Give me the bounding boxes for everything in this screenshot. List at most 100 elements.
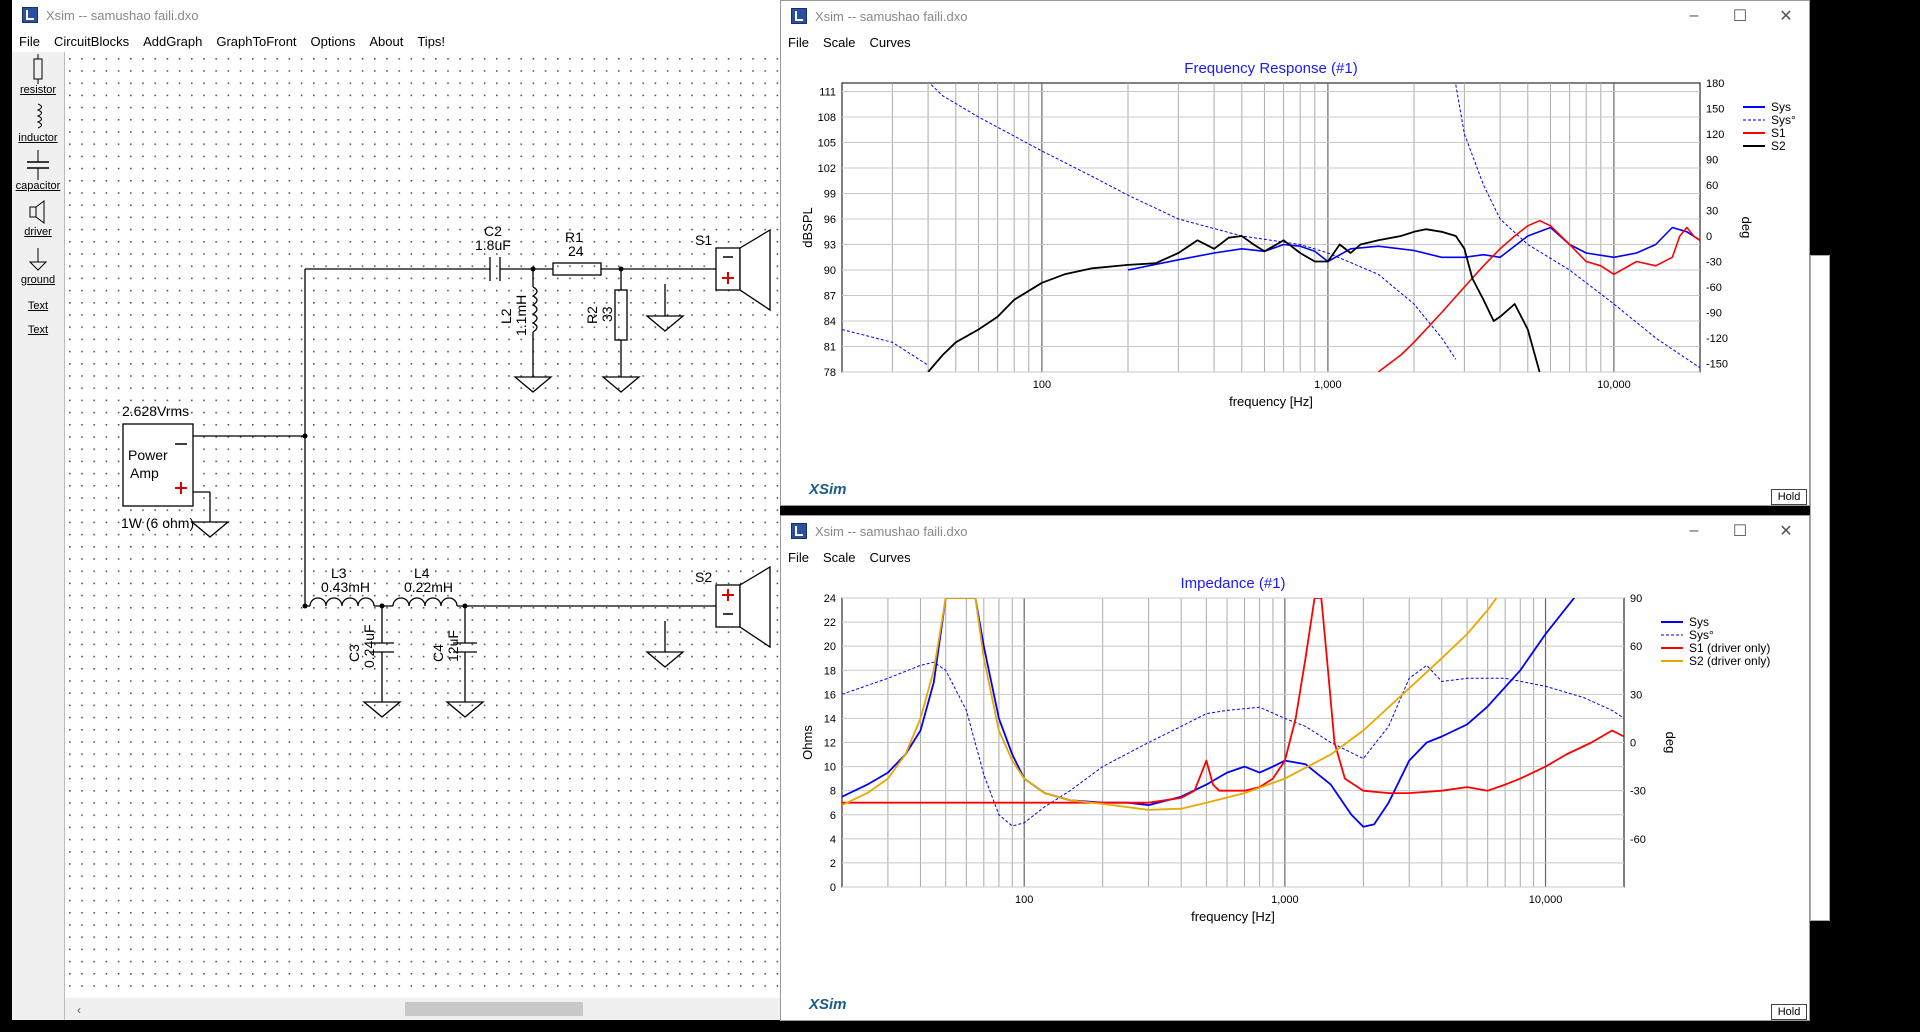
y-tick-label: 99 — [824, 189, 836, 201]
y2-tick-label: 150 — [1706, 104, 1724, 116]
y2-tick-label: 60 — [1706, 180, 1718, 192]
main-menu-file[interactable]: File — [12, 34, 47, 49]
inductor-icon — [12, 102, 64, 132]
impedance-window: Xsim -- samushao faili.dxo – ☐ ✕ File Sca… — [780, 515, 1810, 1021]
hold-button[interactable]: Hold — [1771, 1004, 1807, 1020]
imp-menubar: File Scale Curves — [781, 546, 1809, 568]
y-tick-label: 4 — [830, 834, 836, 846]
palette-item-resistor[interactable]: resistor — [12, 54, 64, 96]
app-icon — [791, 523, 807, 539]
y-tick-label: 18 — [824, 665, 836, 677]
resistor-icon — [12, 54, 64, 84]
palette-item-ground[interactable]: ground — [12, 246, 64, 286]
y2-tick-label: 120 — [1706, 129, 1724, 141]
y2-tick-label: -90 — [1706, 308, 1722, 320]
imp-titlebar[interactable]: Xsim -- samushao faili.dxo – ☐ ✕ — [781, 516, 1809, 546]
c3-name: C3 — [346, 644, 362, 662]
maximize-button[interactable]: ☐ — [1717, 516, 1763, 546]
palette-item-driver[interactable]: driver — [12, 198, 64, 238]
y-tick-label: 102 — [818, 163, 836, 175]
y2-tick-label: -120 — [1706, 333, 1728, 345]
y-tick-label: 78 — [824, 367, 836, 379]
freq-menubar: File Scale Curves — [781, 31, 1809, 53]
freq-menu-scale[interactable]: Scale — [816, 35, 863, 50]
frequency-response-chart[interactable]: 78 81 84 87 90 93 96 99 102 105 108 111 -150 -120 -90 -… — [781, 53, 1809, 505]
palette-item-label: Text — [27, 300, 49, 312]
y2-tick-label: -150 — [1706, 359, 1728, 371]
close-button[interactable]: ✕ — [1763, 1, 1809, 31]
palette-item-text-5[interactable]: Text — [12, 300, 64, 312]
schematic-canvas[interactable]: ‹ 2.628Vrms Power Amp 1W (6 ohm) C2 1.8u… — [65, 52, 780, 1020]
l2-name: L2 — [498, 308, 514, 324]
palette-item-text-6[interactable]: Text — [12, 324, 64, 336]
amp-power-label: 1W (6 ohm) — [121, 515, 194, 531]
l3-value: 0.43mH — [321, 579, 370, 595]
y2-axis-label: deg — [1663, 732, 1678, 754]
c2-value: 1.8uF — [475, 237, 511, 253]
y2-tick-label: -60 — [1630, 834, 1646, 846]
y2-tick-label: 30 — [1630, 689, 1642, 701]
y-tick-label: 111 — [819, 87, 836, 99]
y-tick-label: 20 — [824, 641, 836, 653]
palette-item-label: capacitor — [15, 180, 61, 192]
main-menu-graphtofront[interactable]: GraphToFront — [209, 34, 303, 49]
y-tick-label: 22 — [824, 617, 836, 629]
y-tick-label: 84 — [824, 316, 836, 328]
legend: SysSys°S1S2 — [1743, 100, 1796, 153]
maximize-button[interactable]: ☐ — [1717, 1, 1763, 31]
y2-tick-label: 90 — [1630, 593, 1642, 605]
y-axis-label: dBSPL — [800, 207, 815, 247]
window-title: Xsim -- samushao faili.dxo — [815, 523, 968, 539]
window-title: Xsim -- samushao faili.dxo — [815, 8, 968, 24]
app-icon — [791, 8, 807, 24]
y2-tick-label: 30 — [1706, 206, 1718, 218]
palette-item-label: driver — [24, 226, 52, 238]
palette-item-label: ground — [20, 274, 56, 286]
c4-name: C4 — [430, 644, 446, 662]
main-menu-options[interactable]: Options — [304, 34, 363, 49]
main-menu-circuitblocks[interactable]: CircuitBlocks — [47, 34, 136, 49]
main-menu-tips-[interactable]: Tips! — [410, 34, 452, 49]
y2-tick-label: 180 — [1706, 78, 1724, 90]
imp-menu-file[interactable]: File — [781, 550, 816, 565]
y-tick-label: 96 — [824, 214, 836, 226]
main-menu-about[interactable]: About — [362, 34, 410, 49]
y-tick-label: 90 — [824, 265, 836, 277]
freq-menu-curves[interactable]: Curves — [862, 35, 917, 50]
imp-plot-area: 0 2 4 6 8 10 12 14 16 18 20 22 24 -60 -30 0 30 60 90 100 1,0… — [781, 568, 1809, 1020]
freq-plot-area: 78 81 84 87 90 93 96 99 102 105 108 111 -150 -120 -90 -… — [781, 53, 1809, 505]
close-button[interactable]: ✕ — [1763, 516, 1809, 546]
hold-button[interactable]: Hold — [1771, 489, 1807, 505]
x-tick-label: 10,000 — [1529, 894, 1563, 906]
y-tick-label: 108 — [818, 112, 836, 124]
palette-item-inductor[interactable]: inductor — [12, 102, 64, 144]
scroll-left-icon[interactable]: ‹ — [77, 1003, 81, 1017]
y-tick-label: 105 — [818, 138, 836, 150]
background-window-edge — [1810, 255, 1830, 921]
minimize-button[interactable]: – — [1671, 516, 1717, 546]
c3-value: 0.24uF — [361, 624, 377, 668]
y-tick-label: 2 — [830, 858, 836, 870]
driver-icon — [12, 198, 64, 226]
freq-titlebar[interactable]: Xsim -- samushao faili.dxo – ☐ ✕ — [781, 1, 1809, 31]
imp-menu-scale[interactable]: Scale — [816, 550, 863, 565]
freq-menu-file[interactable]: File — [781, 35, 816, 50]
impedance-chart[interactable]: 024681012141618202224-60-300306090100 1,0… — [781, 568, 1809, 1020]
window-title: Xsim -- samushao faili.dxo — [46, 7, 199, 23]
y2-tick-label: 60 — [1630, 641, 1642, 653]
main-menu-addgraph[interactable]: AddGraph — [136, 34, 209, 49]
circuit-titlebar[interactable]: Xsim -- samushao faili.dxo — [12, 0, 780, 30]
y-tick-label: 87 — [824, 291, 836, 303]
palette-item-label: inductor — [18, 132, 58, 144]
xsim-brand: XSim — [809, 481, 847, 498]
minimize-button[interactable]: – — [1671, 1, 1717, 31]
palette-item-capacitor[interactable]: capacitor — [12, 150, 64, 192]
scrollbar-thumb[interactable] — [405, 1002, 583, 1016]
circuit-menubar: File CircuitBlocks AddGraph GraphToFront Opt… — [12, 30, 780, 52]
legend-label: Sys — [1689, 615, 1709, 629]
palette-item-label: resistor — [19, 84, 57, 96]
legend-label: S2 — [1771, 139, 1786, 153]
y-tick-label: 81 — [824, 342, 836, 354]
y2-tick-label: 0 — [1706, 231, 1712, 243]
imp-menu-curves[interactable]: Curves — [862, 550, 917, 565]
